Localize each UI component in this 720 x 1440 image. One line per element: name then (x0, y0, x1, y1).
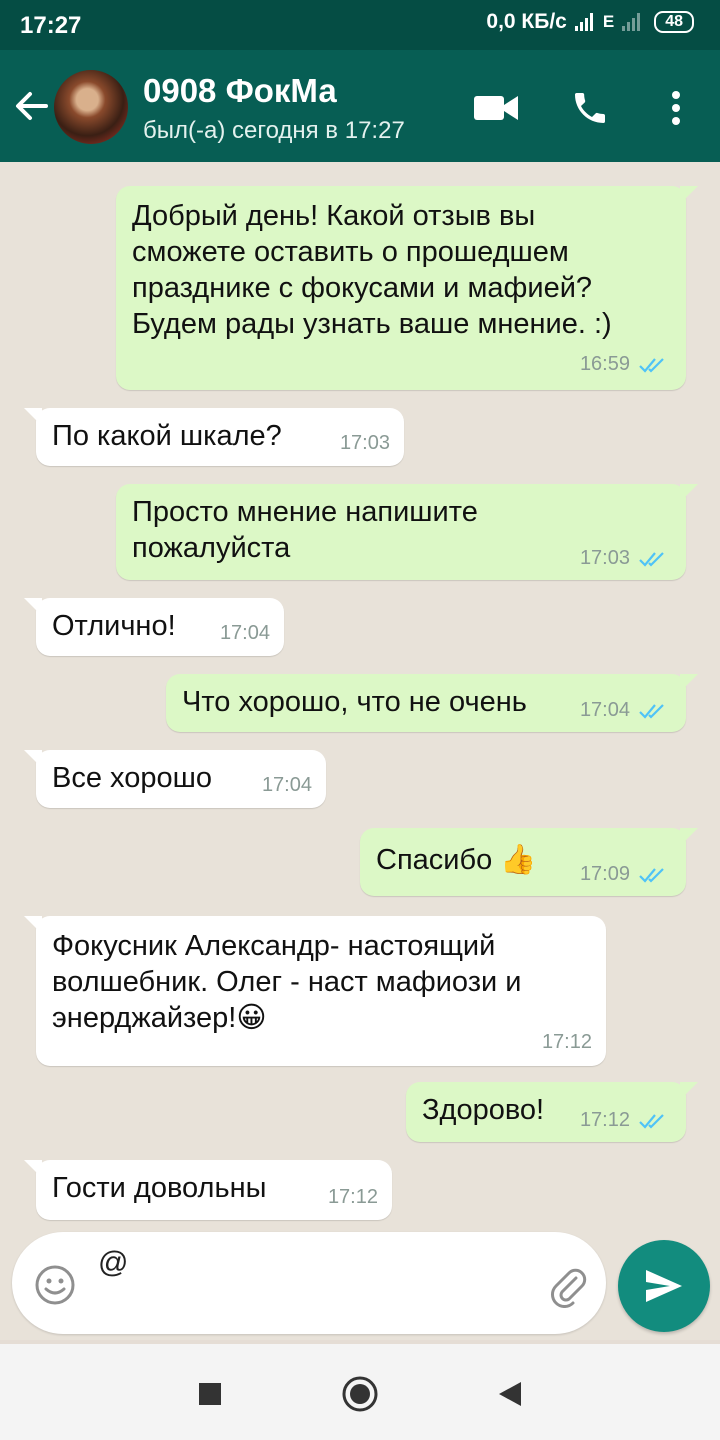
message-bubble-outgoing[interactable]: Что хорошо, что не очень 17:04 (166, 674, 698, 732)
message-text: Все хорошо (52, 762, 212, 794)
message-time: 17:03 (579, 547, 630, 569)
message-text: Добрый день! Какой отзыв вы сможете оста… (132, 200, 612, 340)
back-button[interactable] (10, 84, 54, 128)
double-check-read-icon (639, 867, 664, 883)
system-nav-bar (0, 1344, 720, 1440)
message-composer[interactable]: @ (12, 1232, 606, 1334)
phone-icon (575, 93, 605, 123)
message-text: Фокусник Александр- настоящий волшебник.… (52, 930, 522, 1034)
signal-secondary-icon (622, 13, 641, 31)
back-triangle-icon (499, 1382, 521, 1406)
send-button[interactable] (618, 1240, 710, 1332)
emoji-icon (35, 1265, 75, 1305)
message-text: Что хорошо, что не очень (182, 686, 527, 718)
home-circle-icon (342, 1376, 378, 1412)
double-check-read-icon (639, 551, 664, 567)
signal-icon (574, 13, 593, 31)
video-call-button[interactable] (472, 84, 520, 132)
message-bubble-outgoing[interactable]: Добрый день! Какой отзыв вы сможете оста… (116, 186, 698, 390)
message-time: 17:04 (579, 699, 630, 721)
message-meta: 17:12 (542, 1031, 592, 1054)
message-bubble-incoming[interactable]: Гости довольны 17:12 (24, 1160, 392, 1220)
message-meta: 17:09 (580, 863, 668, 886)
message-meta: 17:12 (580, 1109, 668, 1132)
message-meta: 17:03 (340, 432, 390, 455)
more-vert-icon (672, 91, 680, 125)
status-time: 17:27 (20, 12, 82, 39)
message-text: Гости довольны (52, 1172, 267, 1204)
back-nav-button[interactable] (490, 1374, 530, 1414)
network-type: E (602, 12, 615, 31)
more-options-button[interactable] (652, 84, 700, 132)
message-text: Отлично! (52, 610, 176, 642)
double-check-read-icon (639, 1113, 664, 1129)
recents-button[interactable] (190, 1374, 230, 1414)
videocam-icon (474, 96, 518, 120)
message-time: 17:04 (261, 774, 312, 796)
home-button[interactable] (340, 1374, 380, 1414)
message-time: 17:12 (327, 1186, 378, 1208)
message-time: 17:04 (219, 622, 270, 644)
message-bubble-incoming[interactable]: Все хорошо 17:04 (24, 750, 326, 808)
chat-messages[interactable]: Добрый день! Какой отзыв вы сможете оста… (0, 162, 720, 1340)
message-bubble-incoming[interactable]: По какой шкале? 17:03 (24, 408, 404, 466)
status-bar: 17:27 0,0 КБ/с E 48 (0, 0, 720, 50)
message-text: Спасибо 👍 (376, 844, 537, 876)
message-meta: 17:04 (262, 774, 312, 797)
double-check-read-icon (639, 703, 664, 719)
message-text: Здорово! (422, 1094, 545, 1126)
message-meta: 17:03 (580, 547, 668, 570)
message-text: По какой шкале? (52, 420, 282, 452)
message-time: 16:59 (579, 353, 630, 375)
voice-call-button[interactable] (566, 84, 614, 132)
message-bubble-outgoing[interactable]: Просто мнение напишите пожалуйста 17:03 (116, 484, 698, 580)
send-icon (646, 1270, 682, 1302)
attach-button[interactable] (546, 1264, 590, 1308)
message-text: Просто мнение напишите пожалуйста (132, 496, 478, 564)
double-check-read-icon (639, 357, 664, 373)
message-meta: 16:59 (580, 353, 668, 376)
message-meta: 17:04 (220, 622, 270, 645)
message-meta: 17:04 (580, 699, 668, 722)
message-bubble-incoming[interactable]: Отлично! 17:04 (24, 598, 284, 656)
message-time: 17:09 (579, 863, 630, 885)
message-input[interactable]: @ (98, 1246, 128, 1280)
paperclip-icon (551, 1268, 587, 1308)
last-seen-status: был(-а) сегодня в 17:27 (143, 117, 405, 144)
network-speed: 0,0 КБ/с (486, 10, 567, 33)
contact-avatar[interactable] (54, 70, 128, 144)
battery-indicator: 48 (654, 11, 694, 33)
contact-name[interactable]: 0908 ФокМа (143, 72, 337, 110)
message-time: 17:12 (579, 1109, 630, 1131)
recents-square-icon (199, 1383, 221, 1405)
message-time: 17:03 (339, 432, 390, 454)
arrow-left-icon (16, 92, 48, 120)
status-indicators: 0,0 КБ/с E 48 (486, 10, 694, 34)
message-meta: 17:12 (328, 1186, 378, 1209)
message-time: 17:12 (541, 1031, 592, 1053)
message-bubble-outgoing[interactable]: Спасибо 👍 17:09 (360, 828, 698, 896)
message-bubble-incoming[interactable]: Фокусник Александр- настоящий волшебник.… (24, 916, 606, 1066)
chat-header: 0908 ФокМа был(-а) сегодня в 17:27 (0, 50, 720, 162)
message-bubble-outgoing[interactable]: Здорово! 17:12 (406, 1082, 698, 1142)
emoji-button[interactable] (34, 1264, 76, 1306)
